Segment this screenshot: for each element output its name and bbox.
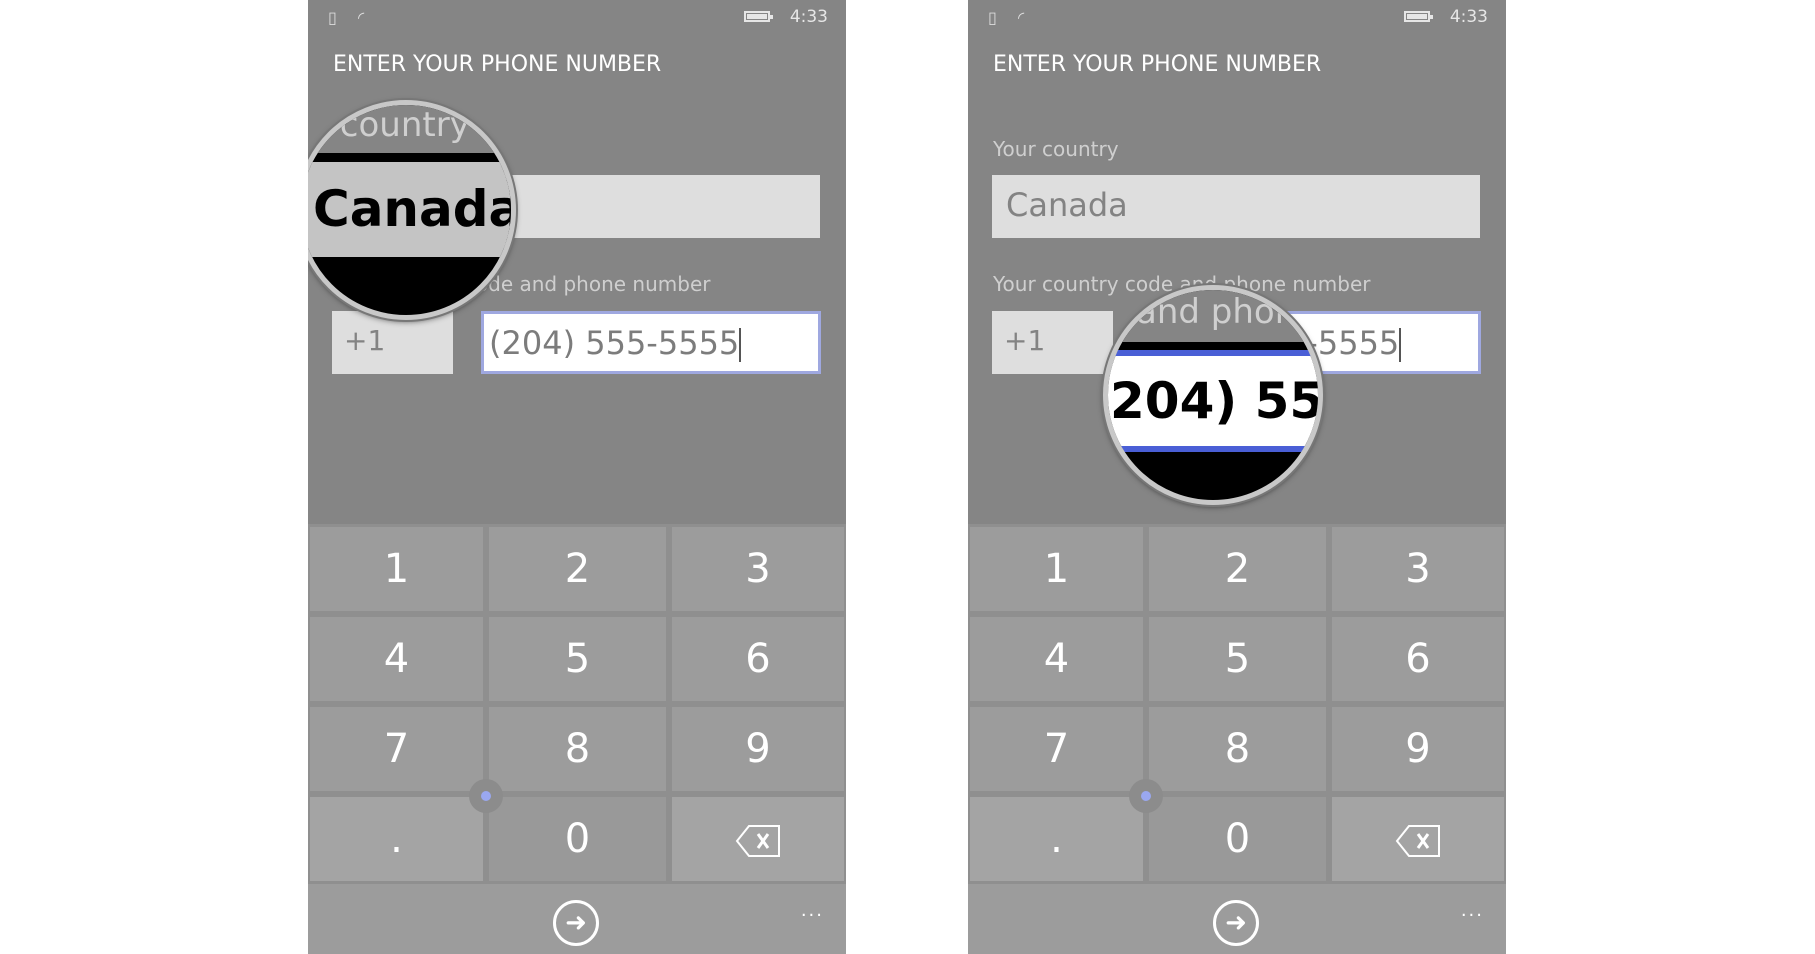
key-4[interactable]: 4 xyxy=(310,617,483,701)
magnifier-main: Canada xyxy=(308,162,511,257)
key-label: 5 xyxy=(564,636,591,682)
backspace-icon xyxy=(735,816,781,862)
key-label: 5 xyxy=(1224,636,1251,682)
key-8[interactable]: 8 xyxy=(489,707,666,791)
key-label: 6 xyxy=(1405,636,1431,682)
page-title: ENTER YOUR PHONE NUMBER xyxy=(333,52,662,77)
more-button[interactable]: ... xyxy=(1461,900,1484,921)
key-label: . xyxy=(1050,816,1063,862)
key-label: 7 xyxy=(1043,726,1070,772)
page-title: ENTER YOUR PHONE NUMBER xyxy=(993,52,1322,77)
key-label: 3 xyxy=(745,546,771,592)
key-3[interactable]: 3 xyxy=(672,527,844,611)
touch-indicator xyxy=(469,779,503,813)
key-label: 9 xyxy=(745,726,771,772)
text-caret xyxy=(1399,328,1402,362)
phone-screen: ▯ ◜ 4:33 ENTER YOUR PHONE NUMBER Your countr… xyxy=(968,0,1506,954)
key-2[interactable]: 2 xyxy=(1149,527,1326,611)
phone-number-input[interactable]: (204) 555-5555 xyxy=(481,311,821,374)
wifi-icon: ◜ xyxy=(1018,8,1025,27)
key-label: 6 xyxy=(745,636,771,682)
key-9[interactable]: 9 xyxy=(1332,707,1504,791)
key-label: 1 xyxy=(383,546,410,592)
wifi-icon: ◜ xyxy=(358,8,365,27)
text-caret xyxy=(739,328,742,362)
no-sim-icon: ▯ xyxy=(328,8,337,27)
app-bar: ➜... xyxy=(968,884,1506,954)
no-sim-icon: ▯ xyxy=(988,8,997,27)
key-label: 8 xyxy=(1224,726,1251,772)
key-5[interactable]: 5 xyxy=(489,617,666,701)
key-9[interactable]: 9 xyxy=(672,707,844,791)
key-label: 3 xyxy=(1405,546,1431,592)
backspace-icon xyxy=(1395,816,1441,862)
key-1[interactable]: 1 xyxy=(310,527,483,611)
key-0[interactable]: 0 xyxy=(1149,797,1326,881)
country-label: Your country xyxy=(993,137,1119,161)
key-label: 9 xyxy=(1405,726,1431,772)
battery-icon xyxy=(1404,11,1433,22)
status-time: 4:33 xyxy=(1449,7,1488,27)
country-code-field[interactable]: +1 xyxy=(992,311,1113,374)
arrow-right-circle-icon: ➜ xyxy=(1225,908,1247,938)
more-button[interactable]: ... xyxy=(801,900,824,921)
key-label: 2 xyxy=(564,546,591,592)
key-0[interactable]: 0 xyxy=(489,797,666,881)
country-code-field[interactable]: +1 xyxy=(332,311,453,374)
magnifier: and phon 204) 555 xyxy=(1103,285,1323,505)
phone-screen: ▯ ◜ 4:33 ENTER YOUR PHONE NUMBER Your countr… xyxy=(308,0,846,954)
status-time: 4:33 xyxy=(789,7,828,27)
key-label: 4 xyxy=(1043,636,1070,682)
key-4[interactable]: 4 xyxy=(970,617,1143,701)
country-code-value: +1 xyxy=(344,324,386,357)
key-7[interactable]: 7 xyxy=(310,707,483,791)
key-2[interactable]: 2 xyxy=(489,527,666,611)
backspace-key[interactable] xyxy=(672,797,844,881)
key-label: 1 xyxy=(1043,546,1070,592)
key-6[interactable]: 6 xyxy=(672,617,844,701)
app-bar: ➜... xyxy=(308,884,846,954)
country-value: Canada xyxy=(1006,186,1128,224)
battery-level xyxy=(1407,14,1427,19)
status-bar: ▯ ◜ 4:33 xyxy=(308,0,846,36)
key-1[interactable]: 1 xyxy=(970,527,1143,611)
key-label: 4 xyxy=(383,636,410,682)
next-button[interactable]: ➜ xyxy=(1213,900,1259,946)
key-dot[interactable]: . xyxy=(970,797,1143,881)
key-label: 0 xyxy=(564,816,591,862)
battery-icon xyxy=(744,11,773,22)
key-8[interactable]: 8 xyxy=(1149,707,1326,791)
magnifier-top: r country xyxy=(308,105,511,153)
magnifier-top: and phon xyxy=(1108,290,1318,342)
touch-dot xyxy=(481,791,491,801)
key-label: . xyxy=(390,816,403,862)
touch-dot xyxy=(1141,791,1151,801)
key-label: 8 xyxy=(564,726,591,772)
status-bar: ▯ ◜ 4:33 xyxy=(968,0,1506,36)
phone-number-value: (204) 555-5555 xyxy=(489,324,740,362)
arrow-right-circle-icon: ➜ xyxy=(565,908,587,938)
backspace-key[interactable] xyxy=(1332,797,1504,881)
key-dot[interactable]: . xyxy=(310,797,483,881)
touch-indicator xyxy=(1129,779,1163,813)
key-label: 2 xyxy=(1224,546,1251,592)
key-label: 7 xyxy=(383,726,410,772)
key-7[interactable]: 7 xyxy=(970,707,1143,791)
key-5[interactable]: 5 xyxy=(1149,617,1326,701)
next-button[interactable]: ➜ xyxy=(553,900,599,946)
country-field[interactable]: Canada xyxy=(992,175,1480,238)
magnifier-main: 204) 555 xyxy=(1108,350,1318,452)
key-6[interactable]: 6 xyxy=(1332,617,1504,701)
country-code-value: +1 xyxy=(1004,324,1046,357)
key-label: 0 xyxy=(1224,816,1251,862)
key-3[interactable]: 3 xyxy=(1332,527,1504,611)
battery-level xyxy=(747,14,767,19)
